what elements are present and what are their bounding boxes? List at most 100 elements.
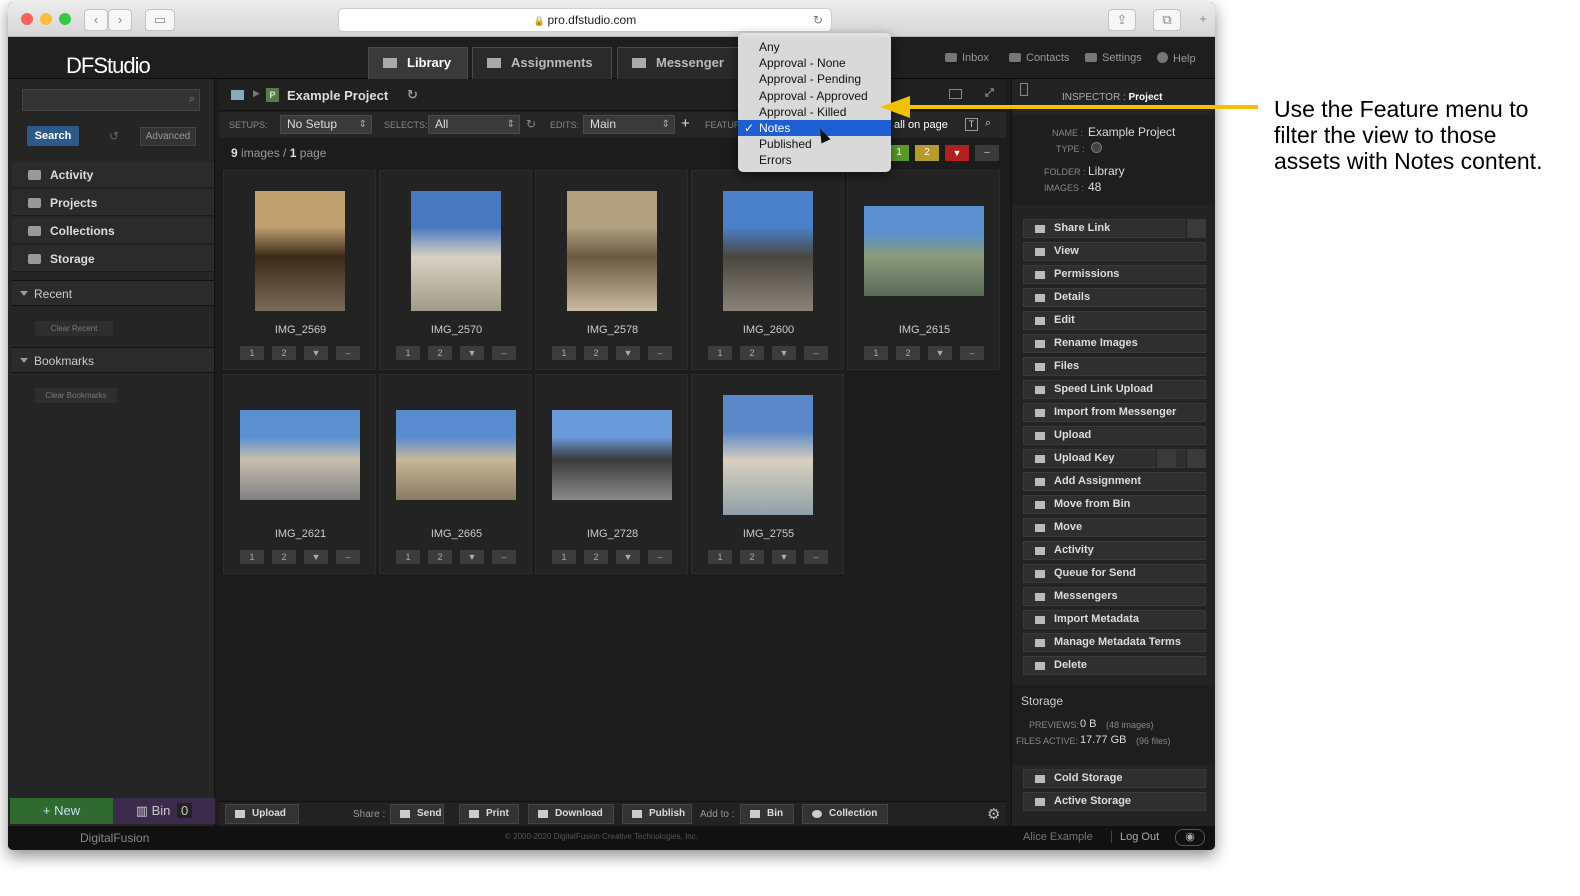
refresh-icon[interactable]: ↻ (407, 87, 418, 103)
action-activity-button[interactable]: Activity (1023, 541, 1206, 560)
add-edit-icon[interactable]: + (681, 115, 690, 132)
image-thumbnail[interactable] (396, 410, 516, 500)
back-icon[interactable]: ‹ (84, 9, 108, 31)
rating-1-button[interactable]: 1 (708, 550, 732, 564)
image-thumbnail[interactable] (723, 191, 813, 311)
nav-inbox[interactable]: Inbox (945, 52, 989, 64)
reload-icon[interactable]: ↻ (813, 9, 823, 31)
rating-1-button[interactable]: 1 (396, 550, 420, 564)
address-bar[interactable]: 🔒 pro.dfstudio.com ↻ (338, 8, 832, 32)
action-view-button[interactable]: View (1023, 242, 1206, 261)
cold-storage-button[interactable]: Cold Storage (1023, 769, 1206, 788)
image-cell[interactable]: IMG_2578 1 2 ▼ – (535, 170, 688, 370)
search-input[interactable]: ⌕ (22, 89, 200, 111)
clear-recent-button[interactable]: Clear Recent (35, 321, 113, 336)
image-cell[interactable]: IMG_2615 1 2 ▼ – (847, 170, 1000, 370)
nav-settings[interactable]: Settings (1085, 52, 1142, 64)
sidebar-toggle-icon[interactable]: ▭ (145, 9, 175, 31)
rating-1-button[interactable]: 1 (396, 346, 420, 360)
image-thumbnail[interactable] (411, 191, 501, 311)
feature-menu-item[interactable]: Approval - None (738, 55, 891, 71)
reject-button[interactable]: ▼ (616, 346, 640, 360)
refresh-icon[interactable]: ↻ (526, 117, 536, 131)
action-import-from-messenger-button[interactable]: Import from Messenger (1023, 403, 1206, 422)
send-button[interactable]: Send (390, 804, 444, 824)
clear-rating-button[interactable]: – (492, 346, 516, 360)
action-add-assignment-button[interactable]: Add Assignment (1023, 472, 1206, 491)
rating-2-button[interactable]: 2 (428, 550, 452, 564)
print-button[interactable]: Print (459, 804, 519, 824)
search-button[interactable]: Search (27, 126, 79, 146)
bookmark-icon[interactable] (1020, 83, 1028, 96)
action-edit-button[interactable]: Edit (1023, 311, 1206, 330)
action-permissions-button[interactable]: Permissions (1023, 265, 1206, 284)
rating-1-button[interactable]: 1 (240, 346, 264, 360)
reject-button[interactable]: ▼ (772, 550, 796, 564)
user-name[interactable]: Alice Example (1023, 831, 1093, 843)
action-manage-metadata-terms-button[interactable]: Manage Metadata Terms (1023, 633, 1206, 652)
add-to-bin-button[interactable]: Bin (740, 804, 794, 824)
image-cell[interactable]: IMG_2621 1 2 ▼ – (223, 374, 376, 574)
new-button[interactable]: + New (10, 798, 113, 824)
rating-filter-1[interactable]: 1 (889, 145, 909, 161)
action-rename-images-button[interactable]: Rename Images (1023, 334, 1206, 353)
clear-rating-button[interactable]: – (336, 346, 360, 360)
rating-2-button[interactable]: 2 (896, 346, 920, 360)
select-select[interactable]: All (428, 115, 520, 134)
action-delete-button[interactable]: Delete (1023, 656, 1206, 675)
clear-rating-button[interactable]: – (648, 346, 672, 360)
reject-button[interactable]: ▼ (460, 550, 484, 564)
image-thumbnail[interactable] (567, 191, 657, 311)
rating-2-button[interactable]: 2 (740, 550, 764, 564)
upload-button[interactable]: Upload (225, 804, 299, 824)
reject-button[interactable]: ▼ (928, 346, 952, 360)
action-queue-for-send-button[interactable]: Queue for Send (1023, 564, 1206, 583)
reject-button[interactable]: ▼ (460, 346, 484, 360)
rating-2-button[interactable]: 2 (272, 346, 296, 360)
mail-icon[interactable] (1156, 449, 1176, 468)
rating-1-button[interactable]: 1 (240, 550, 264, 564)
feature-menu-item[interactable]: Approval - Pending (738, 71, 891, 87)
active-storage-button[interactable]: Active Storage (1023, 792, 1206, 811)
action-messengers-button[interactable]: Messengers (1023, 587, 1206, 606)
publish-button[interactable]: Publish (622, 804, 692, 824)
sidebar-item-storage[interactable]: Storage (12, 246, 214, 272)
clear-rating-button[interactable]: – (804, 346, 828, 360)
none-filter[interactable]: – (975, 145, 999, 161)
image-cell[interactable]: IMG_2755 1 2 ▼ – (691, 374, 844, 574)
image-thumbnail[interactable] (240, 410, 360, 500)
reject-filter[interactable]: ▼ (945, 145, 969, 161)
action-move-from-bin-button[interactable]: Move from Bin (1023, 495, 1206, 514)
rating-1-button[interactable]: 1 (708, 346, 732, 360)
close-window-icon[interactable] (21, 13, 33, 25)
action-files-button[interactable]: Files (1023, 357, 1206, 376)
reset-icon[interactable]: ↺ (109, 129, 119, 143)
feature-menu-item[interactable]: Approval - Killed (738, 104, 891, 120)
rating-2-button[interactable]: 2 (584, 346, 608, 360)
image-cell[interactable]: IMG_2665 1 2 ▼ – (379, 374, 532, 574)
rating-1-button[interactable]: 1 (552, 346, 576, 360)
download-button[interactable]: Download (528, 804, 614, 824)
nav-contacts[interactable]: Contacts (1009, 52, 1069, 64)
copy-icon[interactable] (1186, 449, 1206, 468)
clear-bookmarks-button[interactable]: Clear Bookmarks (35, 388, 117, 403)
image-cell[interactable]: IMG_2570 1 2 ▼ – (379, 170, 532, 370)
add-to-collection-button[interactable]: Collection (802, 804, 888, 824)
clear-rating-button[interactable]: – (492, 550, 516, 564)
library-icon[interactable] (231, 90, 244, 100)
rating-2-button[interactable]: 2 (428, 346, 452, 360)
reject-button[interactable]: ▼ (304, 550, 328, 564)
tab-library[interactable]: Library (368, 47, 468, 79)
action-import-metadata-button[interactable]: Import Metadata (1023, 610, 1206, 629)
setup-select[interactable]: No Setup (280, 115, 372, 134)
eye-icon[interactable]: ◉ (1175, 829, 1205, 846)
image-thumbnail[interactable] (864, 206, 984, 296)
feature-menu-item[interactable]: Approval - Approved (738, 88, 891, 104)
feature-menu-item[interactable]: Notes (738, 120, 891, 136)
rating-2-button[interactable]: 2 (740, 346, 764, 360)
reject-button[interactable]: ▼ (616, 550, 640, 564)
tab-assignments[interactable]: Assignments (472, 47, 612, 79)
sidebar-item-activity[interactable]: Activity (12, 162, 214, 188)
all-on-page-link[interactable]: all on page (894, 119, 948, 131)
action-speed-link-upload-button[interactable]: Speed Link Upload (1023, 380, 1206, 399)
